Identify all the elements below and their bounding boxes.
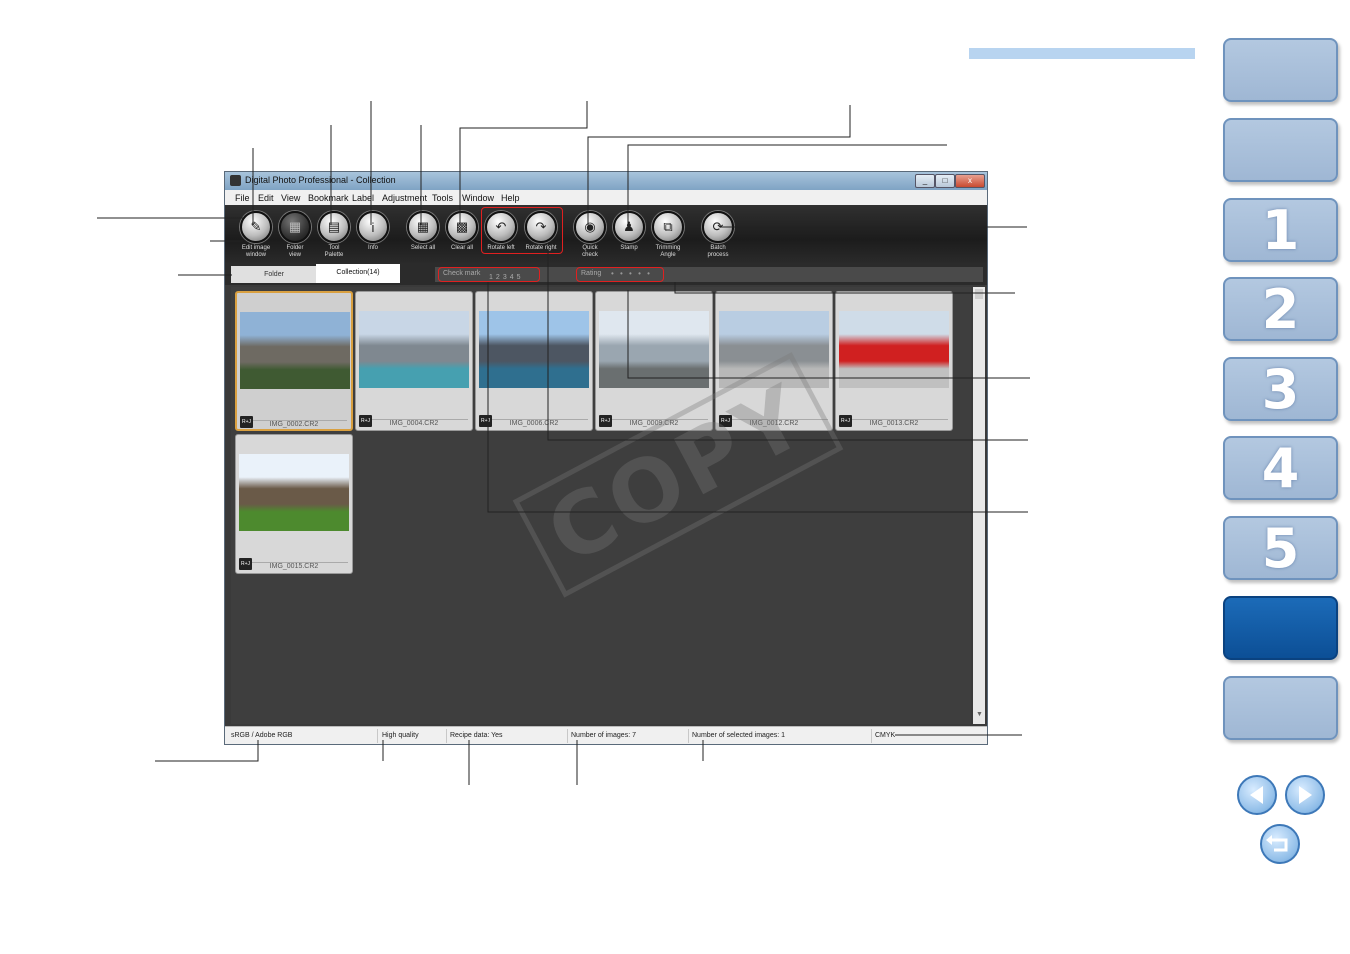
- thumbnail-item[interactable]: R+J IMG_0013.CR2: [835, 291, 953, 431]
- thumbnail-filename: IMG_0015.CR2: [269, 563, 319, 570]
- tab-folder[interactable]: Folder: [231, 266, 317, 283]
- tab-collection[interactable]: Collection(14): [316, 264, 400, 283]
- menu-item-window[interactable]: Window: [462, 193, 494, 203]
- window-title: Digital Photo Professional - Collection: [245, 175, 396, 185]
- arrow-left-icon: [1250, 786, 1263, 804]
- trimming-angle-button[interactable]: ⧉ Trimming Angle: [643, 207, 693, 259]
- menu-item-bookmark[interactable]: Bookmark: [308, 193, 349, 203]
- trimming-angle-icon: ⧉: [652, 211, 684, 243]
- status-image-count: Number of images: 7: [571, 732, 636, 739]
- status-selected-count: Number of selected images: 1: [692, 732, 785, 739]
- status-quality: High quality: [382, 732, 419, 739]
- menu-item-help[interactable]: Help: [501, 193, 520, 203]
- menu-item-adjustment[interactable]: Adjustment: [382, 193, 427, 203]
- return-button[interactable]: [1260, 824, 1300, 864]
- vertical-scrollbar[interactable]: ▼: [973, 287, 985, 724]
- thumbnail-filename: IMG_0013.CR2: [869, 420, 919, 427]
- maximize-button[interactable]: □: [935, 174, 955, 188]
- nav-tab-blank-1[interactable]: [1223, 118, 1338, 182]
- nav-tab-blank-7[interactable]: [1223, 596, 1338, 660]
- title-bar: Digital Photo Professional - Collection …: [225, 172, 987, 190]
- thumbnail-item[interactable]: R+J IMG_0004.CR2: [355, 291, 473, 431]
- thumbnail-filename: IMG_0006.CR2: [509, 420, 559, 427]
- tabs-row: Folder Collection(14) Check mark 12345 R…: [225, 263, 987, 285]
- filter-bar: Check mark 12345 Rating • • • • •: [435, 267, 983, 282]
- thumbnail-item[interactable]: R+J IMG_0006.CR2: [475, 291, 593, 431]
- folder-view-icon: ▦: [279, 211, 311, 243]
- menu-bar: File Edit View Bookmark Label Adjustment Tools…: [225, 190, 987, 205]
- next-page-button[interactable]: [1285, 775, 1325, 815]
- status-bar: sRGB / Adobe RGB High quality Recipe dat…: [225, 726, 987, 744]
- menu-item-tools[interactable]: Tools: [432, 193, 453, 203]
- scroll-down-icon[interactable]: ▼: [976, 711, 983, 718]
- nav-tab-5[interactable]: 5: [1223, 516, 1338, 580]
- arrow-right-icon: [1299, 786, 1312, 804]
- accent-bar: [969, 48, 1195, 59]
- thumbnail-image: [239, 454, 349, 531]
- thumbnail-image: [359, 311, 469, 388]
- toolbar: ✎ Edit image window ▦ Folder view ▤ Tool Pale…: [225, 205, 987, 263]
- status-cmyk: CMYK: [875, 732, 896, 739]
- nav-tab-1[interactable]: 1: [1223, 198, 1338, 262]
- rotate-highlight: [481, 207, 563, 254]
- toolbar-label: Batch process: [707, 245, 729, 258]
- thumbnail-filename: IMG_0004.CR2: [389, 420, 439, 427]
- scroll-thumb[interactable]: [975, 289, 983, 299]
- select-all-icon: ▦: [407, 211, 439, 243]
- status-recipe: Recipe data: Yes: [450, 732, 503, 739]
- thumbnail-image: [479, 311, 589, 388]
- nav-tab-blank-8[interactable]: [1223, 676, 1338, 740]
- thumbnail-filename: IMG_0002.CR2: [269, 421, 319, 428]
- check-mark-highlight: [438, 267, 540, 282]
- minimize-button[interactable]: _: [915, 174, 935, 188]
- menu-item-file[interactable]: File: [235, 193, 250, 203]
- nav-tab-4[interactable]: 4: [1223, 436, 1338, 500]
- edit-image-icon: ✎: [240, 211, 272, 243]
- thumbnail-image: [599, 311, 709, 388]
- batch-process-icon: ⟳: [702, 211, 734, 243]
- nav-tab-3[interactable]: 3: [1223, 357, 1338, 421]
- nav-tab-2[interactable]: 2: [1223, 277, 1338, 341]
- thumbnail-item[interactable]: R+J IMG_0015.CR2: [235, 434, 353, 574]
- menu-item-view[interactable]: View: [281, 193, 300, 203]
- batch-process-button[interactable]: ⟳ Batch process: [693, 207, 743, 259]
- thumbnail-image: [240, 312, 350, 389]
- nav-tab-blank-0[interactable]: [1223, 38, 1338, 102]
- quick-check-icon: ◉: [574, 211, 606, 243]
- clear-all-icon: ▩: [446, 211, 478, 243]
- return-icon: [1266, 835, 1288, 852]
- tool-palette-icon: ▤: [318, 211, 350, 243]
- thumbnail-image: [839, 311, 949, 388]
- rating-highlight: [576, 267, 664, 282]
- toolbar-label: Info: [367, 245, 378, 251]
- menu-item-edit[interactable]: Edit: [258, 193, 274, 203]
- info-button[interactable]: i Info: [348, 207, 398, 252]
- app-icon: [230, 175, 241, 186]
- thumbnail-item[interactable]: R+J IMG_0002.CR2: [235, 291, 353, 431]
- previous-page-button[interactable]: [1237, 775, 1277, 815]
- close-button[interactable]: x: [955, 174, 985, 188]
- menu-item-label[interactable]: Label: [352, 193, 374, 203]
- info-icon: i: [357, 211, 389, 243]
- stamp-icon: ♟: [613, 211, 645, 243]
- status-color-space: sRGB / Adobe RGB: [231, 732, 293, 739]
- toolbar-label: Trimming Angle: [655, 245, 681, 258]
